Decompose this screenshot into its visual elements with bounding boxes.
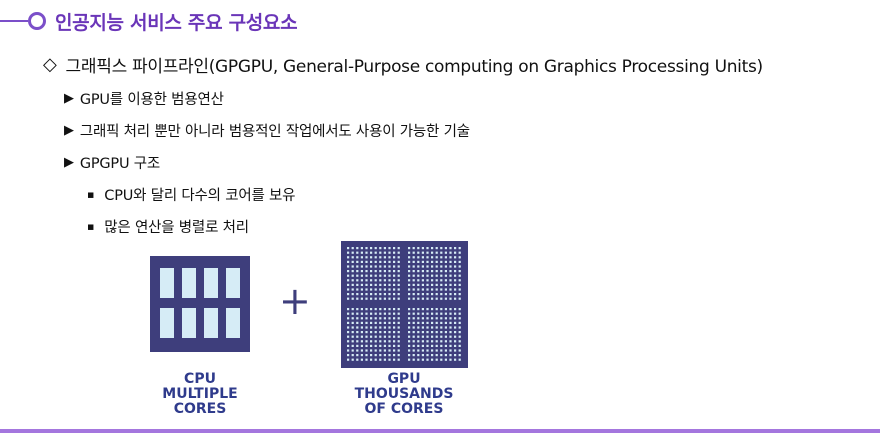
section-heading: ◇ 그래픽스 파이프라인(GPGPU, General-Purpose comp… — [43, 52, 763, 77]
point-text: 그래픽 처리 뿐만 아니라 범용적인 작업에서도 사용이 가능한 기술 — [79, 124, 470, 140]
cpu-core — [160, 268, 174, 298]
caption-line: MULTIPLE — [162, 386, 238, 402]
gpu-chip-icon — [341, 241, 468, 368]
square-bullet-icon: ▪ — [87, 188, 95, 201]
plus-sign: + — [279, 279, 311, 323]
caption-line: CPU — [184, 371, 216, 387]
cpu-chip-icon — [150, 256, 250, 352]
gpu-core-grid — [347, 247, 461, 361]
cpu-core — [204, 308, 218, 338]
triangle-bullet-icon: ▶ — [64, 123, 74, 138]
cpu-core — [160, 308, 174, 338]
cpu-core — [182, 308, 196, 338]
point-gpgpu-structure: ▶ GPGPU 구조 — [64, 152, 160, 173]
caption-line: THOUSANDS — [354, 386, 454, 402]
caption-line: CORES — [173, 401, 227, 417]
sub-point-text: 많은 연산을 병렬로 처리 — [104, 220, 249, 236]
cpu-core — [226, 308, 240, 338]
point-text: GPGPU 구조 — [79, 156, 161, 172]
sub-point-many-cores: ▪ CPU와 달리 다수의 코어를 보유 — [87, 184, 296, 205]
triangle-bullet-icon: ▶ — [64, 155, 74, 170]
sub-point-parallel: ▪ 많은 연산을 병렬로 처리 — [87, 216, 249, 237]
cpu-caption: CPU MULTIPLE CORES — [140, 372, 260, 417]
bottom-divider — [0, 429, 880, 433]
title-circle-icon — [28, 12, 46, 30]
title-text: 인공지능 서비스 주요 구성요소 — [55, 11, 298, 34]
point-gpu-general: ▶ GPU를 이용한 범용연산 — [64, 88, 224, 109]
gpu-caption: GPU THOUSANDS OF CORES — [334, 372, 474, 417]
cpu-core — [204, 268, 218, 298]
triangle-bullet-icon: ▶ — [64, 91, 74, 106]
square-bullet-icon: ▪ — [87, 220, 95, 233]
point-text: GPU를 이용한 범용연산 — [79, 92, 224, 108]
cpu-core — [182, 268, 196, 298]
point-general-purpose: ▶ 그래픽 처리 뿐만 아니라 범용적인 작업에서도 사용이 가능한 기술 — [64, 120, 470, 141]
title-line-decoration — [0, 20, 28, 22]
sub-point-text: CPU와 달리 다수의 코어를 보유 — [104, 188, 296, 204]
caption-line: GPU — [387, 371, 421, 387]
section-heading-text: 그래픽스 파이프라인(GPGPU, General-Purpose comput… — [65, 57, 764, 77]
cpu-core — [226, 268, 240, 298]
caption-line: OF CORES — [364, 401, 444, 417]
slide-title: 인공지능 서비스 주요 구성요소 — [0, 7, 298, 35]
diamond-icon: ◇ — [43, 54, 57, 75]
